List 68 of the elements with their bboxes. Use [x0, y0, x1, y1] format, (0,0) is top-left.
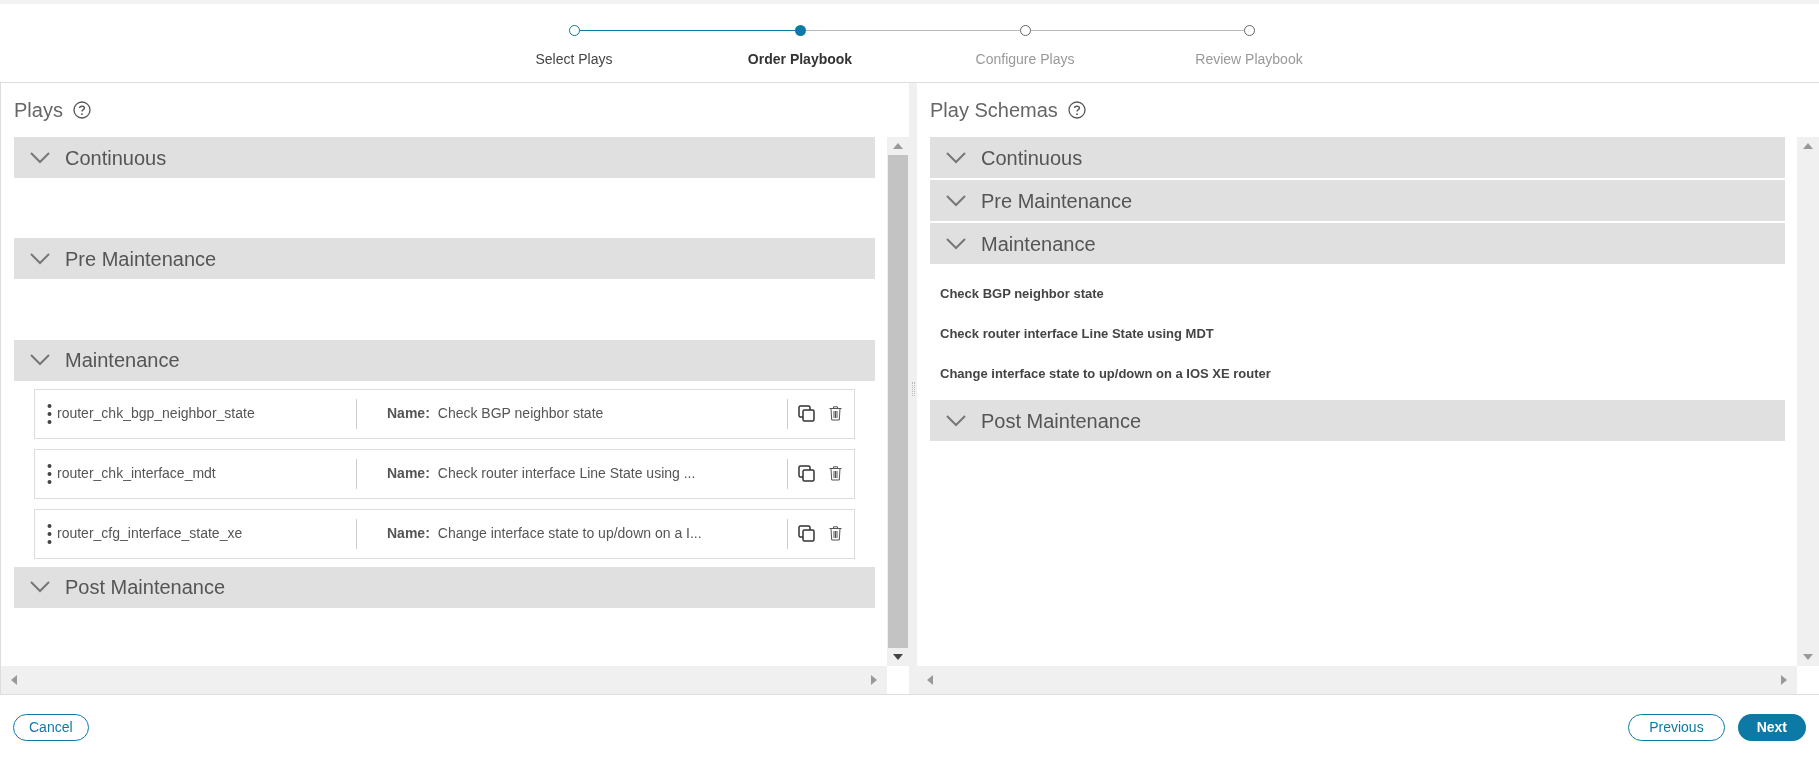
vertical-scrollbar[interactable] — [1797, 137, 1819, 666]
scroll-right-icon[interactable] — [871, 675, 877, 685]
play-name: Change interface state to up/down on a I... — [437, 524, 702, 544]
next-button[interactable]: Next — [1737, 713, 1806, 741]
section-header[interactable]: Maintenance — [14, 339, 875, 381]
chevron-down-icon — [29, 150, 51, 165]
drag-handle-icon[interactable] — [47, 402, 52, 425]
section-header[interactable]: Maintenance — [930, 223, 1785, 264]
step-marker-icon[interactable] — [569, 25, 580, 36]
play-id: router_chk_bgp_neighbor_state — [57, 404, 255, 424]
section-header[interactable]: Continuous — [14, 137, 875, 178]
section-header[interactable]: Post Maintenance — [14, 566, 875, 608]
step-marker-icon[interactable] — [795, 25, 806, 36]
scroll-left-icon[interactable] — [927, 675, 933, 685]
step-label[interactable]: Select Plays — [535, 49, 613, 70]
step-label[interactable]: Order Playbook — [747, 49, 853, 70]
play-row[interactable]: router_chk_interface_mdt Name: Check router interface Line State using ... — [34, 448, 855, 499]
section-header[interactable]: Pre Maintenance — [14, 238, 875, 280]
step-label[interactable]: Review Playbook — [1195, 49, 1303, 70]
chevron-down-icon — [945, 413, 967, 428]
section-header[interactable]: Pre Maintenance — [930, 180, 1785, 221]
chevron-down-icon — [945, 236, 967, 251]
schema-item[interactable]: Check BGP neighbor state — [930, 274, 1785, 314]
step-label[interactable]: Configure Plays — [975, 49, 1075, 70]
section-header[interactable]: Post Maintenance — [930, 400, 1785, 441]
chevron-down-icon — [29, 353, 51, 368]
section-header[interactable]: Continuous — [930, 137, 1785, 178]
play-name: Check router interface Line State using ... — [437, 464, 696, 484]
splitter-handle-icon[interactable] — [911, 381, 915, 396]
help-icon[interactable] — [72, 101, 91, 119]
copy-icon[interactable] — [798, 525, 815, 543]
chevron-down-icon — [29, 251, 51, 266]
vertical-scrollbar[interactable] — [887, 137, 909, 666]
scroll-up-icon[interactable] — [893, 143, 903, 149]
previous-button[interactable]: Previous — [1628, 713, 1725, 741]
play-name: Check BGP neighbor state — [437, 404, 604, 424]
drag-handle-icon[interactable] — [47, 522, 52, 545]
schema-item[interactable]: Check router interface Line State using MDT — [930, 314, 1785, 354]
help-icon[interactable] — [1067, 101, 1086, 119]
play-id: router_cfg_interface_state_xe — [57, 524, 243, 544]
field-label: Name: — [387, 464, 430, 484]
scroll-right-icon[interactable] — [1781, 675, 1787, 685]
chevron-down-icon — [29, 580, 51, 595]
scrollbar-thumb[interactable] — [888, 155, 908, 648]
scroll-up-icon[interactable] — [1803, 143, 1813, 149]
field-label: Name: — [387, 524, 430, 544]
step-marker-icon[interactable] — [1244, 25, 1255, 36]
horizontal-scrollbar[interactable] — [917, 666, 1797, 694]
scroll-down-icon[interactable] — [893, 654, 903, 660]
copy-icon[interactable] — [798, 405, 815, 423]
play-row[interactable]: router_cfg_interface_state_xe Name: Change interface state to up/down on a I... — [34, 508, 855, 559]
play-id: router_chk_interface_mdt — [57, 464, 216, 484]
chevron-down-icon — [945, 193, 967, 208]
field-label: Name: — [387, 404, 430, 424]
scroll-left-icon[interactable] — [11, 675, 17, 685]
drag-handle-icon[interactable] — [47, 462, 52, 485]
cancel-button[interactable]: Cancel — [13, 713, 89, 741]
schema-item[interactable]: Change interface state to up/down on a IOS XE router — [930, 354, 1785, 394]
trash-icon[interactable] — [829, 406, 842, 422]
horizontal-scrollbar[interactable] — [1, 666, 887, 694]
chevron-down-icon — [945, 150, 967, 165]
copy-icon[interactable] — [798, 465, 815, 483]
panel-title: Play Schemas — [930, 98, 1058, 123]
trash-icon[interactable] — [829, 526, 842, 542]
trash-icon[interactable] — [829, 466, 842, 482]
play-row[interactable]: router_chk_bgp_neighbor_state Name: Check BGP neighbor state — [34, 388, 855, 439]
step-marker-icon[interactable] — [1020, 25, 1031, 36]
panel-title: Plays — [14, 98, 63, 123]
